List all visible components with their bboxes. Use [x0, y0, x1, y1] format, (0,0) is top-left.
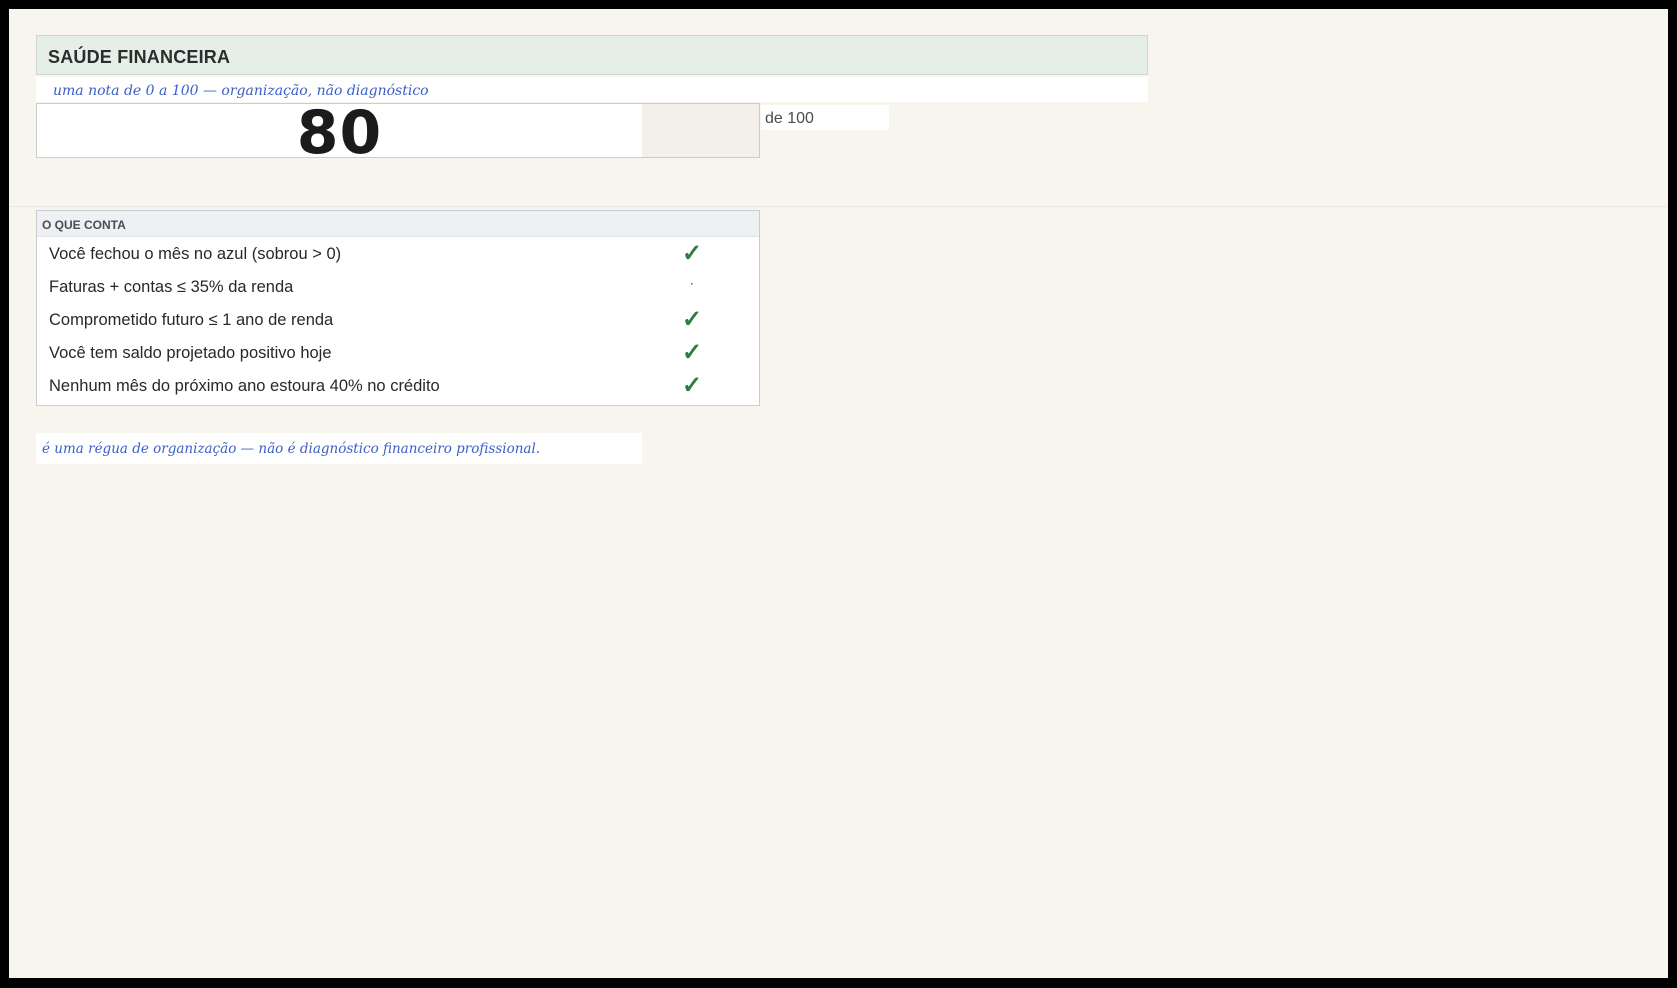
criterion-label: Nenhum mês do próximo ano estoura 40% no… — [49, 377, 440, 395]
page-title: SAÚDE FINANCEIRA — [48, 47, 231, 67]
score-value: 80 — [296, 98, 383, 168]
checklist-row[interactable]: Faturas + contas ≤ 35% da renda · — [37, 270, 759, 303]
disclaimer-cell[interactable]: é uma régua de organização — não é diagn… — [36, 433, 642, 464]
checklist-title: O QUE CONTA — [42, 218, 126, 232]
criterion-label: Você tem saldo projetado positivo hoje — [49, 344, 332, 362]
divider — [9, 206, 1668, 207]
criterion-label: Faturas + contas ≤ 35% da renda — [49, 278, 294, 296]
dot-icon: · — [690, 279, 694, 290]
criteria-checklist: O QUE CONTA Você fechou o mês no azul (s… — [36, 210, 760, 406]
checklist-row[interactable]: Você fechou o mês no azul (sobrou > 0) ✓ — [37, 237, 759, 270]
score-suffix: de 100 — [765, 110, 814, 127]
spreadsheet-canvas: SAÚDE FINANCEIRA uma nota de 0 a 100 — o… — [9, 9, 1668, 980]
check-icon: ✓ — [681, 372, 703, 399]
score-suffix-cell[interactable]: de 100 — [761, 105, 889, 130]
window-border — [9, 978, 1668, 980]
checklist-row[interactable]: Comprometido futuro ≤ 1 ano de renda ✓ — [37, 303, 759, 336]
checklist-row[interactable]: Nenhum mês do próximo ano estoura 40% no… — [37, 369, 759, 402]
disclaimer-note: é uma régua de organização — não é diagn… — [42, 441, 541, 457]
check-icon: ✓ — [681, 240, 703, 267]
score-value-area: 80 — [37, 98, 642, 168]
score-cell[interactable]: 80 — [36, 98, 760, 168]
criterion-label: Você fechou o mês no azul (sobrou > 0) — [49, 245, 342, 263]
checklist-header[interactable]: O QUE CONTA — [37, 211, 759, 237]
check-icon: ✓ — [681, 339, 703, 366]
subtitle-note: uma nota de 0 a 100 — organização, não d… — [53, 83, 429, 99]
criterion-label: Comprometido futuro ≤ 1 ano de renda — [49, 311, 334, 329]
check-icon: ✓ — [681, 306, 703, 333]
section-header[interactable]: SAÚDE FINANCEIRA — [36, 35, 1148, 75]
checklist-row[interactable]: Você tem saldo projetado positivo hoje ✓ — [37, 336, 759, 369]
